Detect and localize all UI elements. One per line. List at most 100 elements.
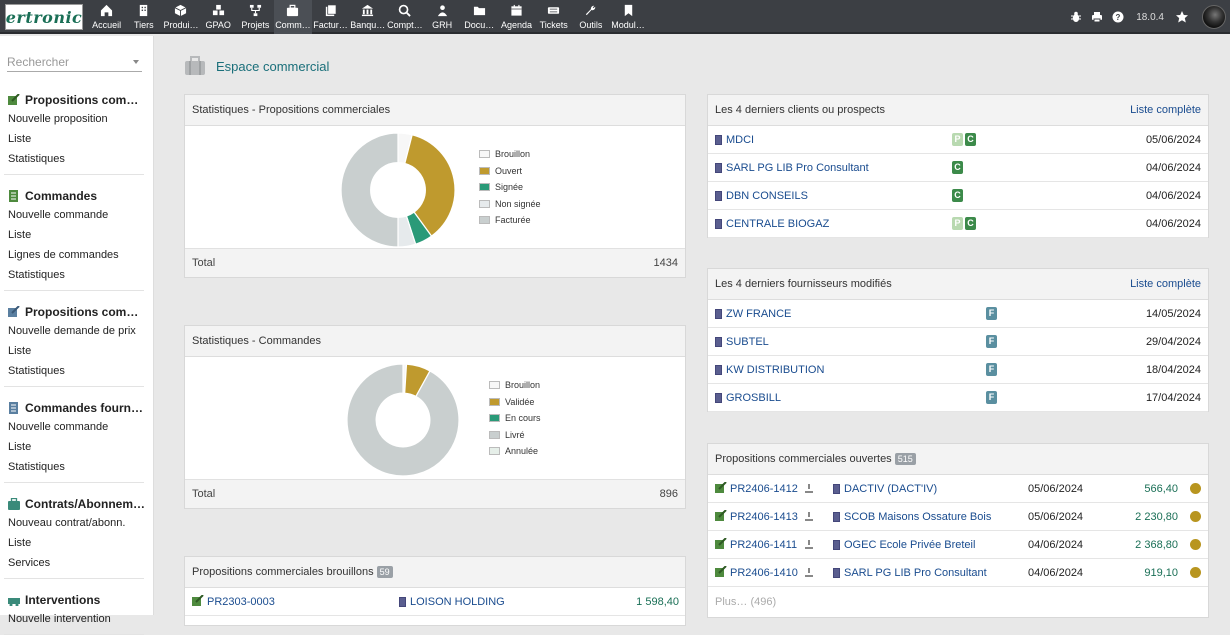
sidebar-link[interactable]: Lignes de commandes	[8, 249, 119, 261]
menu-item-banqu[interactable]: Banqu…	[349, 0, 386, 34]
legend-item[interactable]: Brouillon	[489, 377, 541, 394]
page-title: Espace commercial	[216, 58, 330, 74]
sidebar-group-header[interactable]: Propositions comm…	[8, 304, 146, 320]
sidebar-link[interactable]: Nouveau contrat/abonn.	[8, 517, 125, 529]
menu-item-accueil[interactable]: Accueil	[88, 0, 125, 34]
legend-item[interactable]: Livré	[489, 427, 541, 444]
company-logo[interactable]: ertronic	[5, 4, 83, 30]
company-link[interactable]: SCOB Maisons Ossature Bois	[833, 511, 991, 523]
company-link[interactable]: DBN CONSEILS	[715, 190, 808, 202]
sidebar-link[interactable]: Liste	[8, 441, 31, 453]
sidebar-group-header[interactable]: Contrats/Abonneme…	[8, 496, 146, 512]
sidebar-link[interactable]: Nouvelle demande de prix	[8, 325, 136, 337]
sidebar-link[interactable]: Statistiques	[8, 461, 65, 473]
proposal-ref-link[interactable]: PR2406-1413	[730, 511, 798, 523]
menu-item-factur[interactable]: Factur…	[312, 0, 349, 34]
legend-item[interactable]: Brouillon	[479, 146, 541, 163]
proposal-ref-link[interactable]: PR2406-1411	[730, 539, 797, 551]
menu-item-docu[interactable]: Docu…	[461, 0, 498, 34]
sidebar-group-header[interactable]: Propositions comm…	[8, 92, 146, 108]
download-icon[interactable]	[805, 540, 813, 549]
proposal-ref-link[interactable]: PR2303-0003	[207, 596, 275, 608]
company-link[interactable]: KW DISTRIBUTION	[715, 364, 824, 376]
legend-item[interactable]: Ouvert	[479, 163, 541, 180]
company-link[interactable]: SARL PG LIB Pro Consultant	[833, 567, 987, 579]
menu-item-tiers[interactable]: Tiers	[125, 0, 162, 34]
download-icon[interactable]	[805, 484, 813, 493]
company-link[interactable]: SARL PG LIB Pro Consultant	[715, 162, 869, 174]
menu-item-projets[interactable]: Projets	[237, 0, 274, 34]
legend-item[interactable]: Validée	[489, 394, 541, 411]
sidebar-link[interactable]: Liste	[8, 229, 31, 241]
company-link[interactable]: OGEC Ecole Privée Breteil	[833, 539, 975, 551]
table-row[interactable]: SUBTEL F 29/04/2024	[708, 328, 1208, 356]
svg-text:?: ?	[1116, 13, 1121, 22]
proposal-ref-link[interactable]: PR2406-1412	[730, 483, 798, 495]
donut-slice-facturée[interactable]	[340, 132, 399, 248]
table-row[interactable]: PR2303-0003 LOISON HOLDING 1 598,40	[185, 588, 685, 616]
sidebar-link[interactable]: Nouvelle proposition	[8, 113, 108, 125]
proposal-icon	[715, 566, 727, 580]
menu-item-grh[interactable]: GRH	[424, 0, 461, 34]
table-row[interactable]: CENTRALE BIOGAZ P C 04/06/2024	[708, 210, 1208, 238]
table-row[interactable]: KW DISTRIBUTION F 18/04/2024	[708, 356, 1208, 384]
stats-proposals-header: Statistiques - Propositions commerciales	[185, 95, 685, 126]
donut-slice-livré[interactable]	[346, 363, 460, 477]
menu-item-outils[interactable]: Outils	[572, 0, 609, 34]
help-icon[interactable]: ?	[1111, 10, 1125, 24]
sidebar-link[interactable]: Nouvelle commande	[8, 421, 108, 433]
company-link[interactable]: SUBTEL	[715, 336, 769, 348]
download-icon[interactable]	[805, 568, 813, 577]
menu-item-tickets[interactable]: Tickets	[535, 0, 572, 34]
sidebar-link[interactable]: Statistiques	[8, 153, 65, 165]
sidebar-link[interactable]: Liste	[8, 345, 31, 357]
table-row[interactable]: SARL PG LIB Pro Consultant C 04/06/2024	[708, 154, 1208, 182]
table-row[interactable]: ZW FRANCE F 14/05/2024	[708, 300, 1208, 328]
menu-item-produi[interactable]: Produi…	[162, 0, 199, 34]
chevron-down-icon[interactable]	[133, 60, 139, 64]
sidebar-link[interactable]: Statistiques	[8, 365, 65, 377]
table-row[interactable]: PR2406-1410 SARL PG LIB Pro Consultant 04/…	[708, 559, 1208, 587]
full-list-link[interactable]: Liste complète	[1130, 278, 1201, 290]
full-list-link[interactable]: Liste complète	[1130, 104, 1201, 116]
company-link[interactable]: LOISON HOLDING	[399, 596, 505, 608]
legend-item[interactable]: Facturée	[479, 212, 541, 229]
menu-item-comm[interactable]: Comm…	[273, 0, 312, 34]
sidebar-group-header[interactable]: Commandes	[8, 188, 146, 204]
menu-item-compt[interactable]: Compt…	[386, 0, 423, 34]
table-row[interactable]: GROSBILL F 17/04/2024	[708, 384, 1208, 412]
sidebar-group-header[interactable]: Commandes fournis…	[8, 400, 146, 416]
download-icon[interactable]	[805, 512, 813, 521]
legend-item[interactable]: Annulée	[489, 443, 541, 460]
company-link[interactable]: GROSBILL	[715, 392, 781, 404]
proposal-ref-link[interactable]: PR2406-1410	[730, 567, 798, 579]
table-row[interactable]: PR2406-1413 SCOB Maisons Ossature Bois 05/…	[708, 503, 1208, 531]
sidebar-group-header[interactable]: Interventions	[8, 592, 146, 608]
calendar-icon	[509, 3, 523, 17]
bug-icon[interactable]	[1069, 10, 1083, 24]
sidebar-link[interactable]: Liste	[8, 133, 31, 145]
star-bookmark-icon[interactable]	[1175, 10, 1189, 24]
legend-item[interactable]: Non signée	[479, 196, 541, 213]
table-row[interactable]: PR2406-1412 DACTIV (DACT'IV) 05/06/2024 566…	[708, 475, 1208, 503]
sidebar-link[interactable]: Nouvelle commande	[8, 209, 108, 221]
legend-item[interactable]: Signée	[479, 179, 541, 196]
menu-item-gpao[interactable]: GPAO	[200, 0, 237, 34]
table-row[interactable]: DBN CONSEILS C 04/06/2024	[708, 182, 1208, 210]
table-row[interactable]: PR2406-1411 OGEC Ecole Privée Breteil 04/0…	[708, 531, 1208, 559]
sidebar-link[interactable]: Services	[8, 557, 50, 569]
sidebar-search-select[interactable]: Rechercher	[7, 52, 142, 72]
user-avatar[interactable]	[1202, 5, 1226, 29]
company-link[interactable]: MDCI	[715, 134, 754, 146]
more-link[interactable]: Plus… (496)	[715, 596, 776, 608]
company-link[interactable]: CENTRALE BIOGAZ	[715, 218, 829, 230]
company-link[interactable]: DACTIV (DACT'IV)	[833, 483, 937, 495]
sidebar-link[interactable]: Statistiques	[8, 269, 65, 281]
menu-item-modul[interactable]: Modul…	[609, 0, 646, 34]
table-row[interactable]: MDCI P C 05/06/2024	[708, 126, 1208, 154]
sidebar-link[interactable]: Liste	[8, 537, 31, 549]
legend-item[interactable]: En cours	[489, 410, 541, 427]
company-link[interactable]: ZW FRANCE	[715, 308, 791, 320]
menu-item-agenda[interactable]: Agenda	[498, 0, 535, 34]
print-icon[interactable]	[1090, 10, 1104, 24]
